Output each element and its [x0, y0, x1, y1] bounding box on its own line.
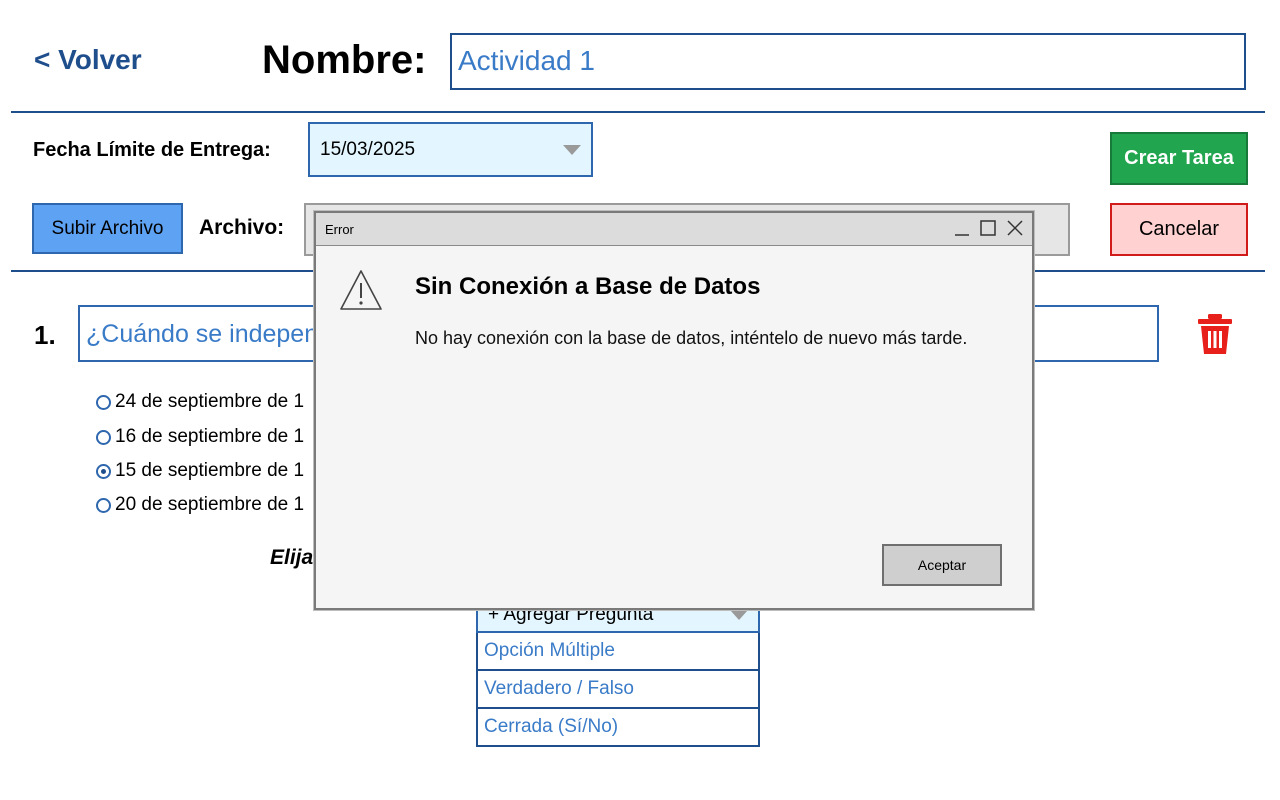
error-dialog: Error Sin Conexión a Base de Datos No ha…	[314, 211, 1034, 610]
option-3[interactable]: 15 de septiembre de 1	[96, 460, 304, 482]
choose-question-label: Elija	[270, 546, 314, 569]
option-label: 16 de septiembre de 1	[115, 426, 305, 447]
header-divider	[11, 111, 1265, 113]
dropdown-item-multiple-choice[interactable]: Opción Múltiple	[476, 633, 760, 671]
option-1[interactable]: 24 de septiembre de 1	[96, 391, 304, 413]
back-link[interactable]: < Volver	[34, 44, 142, 76]
radio-icon[interactable]	[96, 429, 111, 445]
due-date-select[interactable]: 15/03/2025	[308, 122, 593, 177]
radio-icon[interactable]	[96, 497, 111, 513]
file-label: Archivo:	[199, 216, 285, 239]
dropdown-item-true-false[interactable]: Verdadero / Falso	[476, 671, 760, 709]
option-label: 20 de septiembre de 1	[115, 494, 305, 515]
due-date-value: 15/03/2025	[320, 139, 416, 160]
maximize-icon[interactable]	[978, 218, 998, 238]
upload-file-button[interactable]: Subir Archivo	[32, 203, 183, 254]
option-4[interactable]: 20 de septiembre de 1	[96, 494, 304, 516]
cancel-button[interactable]: Cancelar	[1110, 203, 1248, 256]
dialog-titlebar[interactable]: Error	[316, 213, 1032, 246]
radio-icon[interactable]	[96, 394, 111, 410]
option-label: 24 de septiembre de 1	[115, 391, 305, 412]
dialog-message: No hay conexión con la base de datos, in…	[415, 328, 968, 348]
option-label: 15 de septiembre de 1	[115, 460, 305, 481]
name-label: Nombre:	[262, 38, 427, 82]
question-number: 1.	[34, 320, 56, 350]
dialog-title: Error	[325, 222, 354, 237]
chevron-down-icon	[563, 145, 581, 155]
minimize-icon[interactable]	[952, 218, 972, 238]
dialog-heading: Sin Conexión a Base de Datos	[415, 273, 761, 300]
dropdown-item-yes-no[interactable]: Cerrada (Sí/No)	[476, 709, 760, 747]
radio-selected-icon[interactable]	[96, 463, 111, 479]
trash-icon[interactable]	[1196, 313, 1234, 355]
close-icon[interactable]	[1005, 218, 1025, 238]
activity-name-input[interactable]: Actividad 1	[450, 33, 1246, 90]
warning-icon	[340, 270, 382, 310]
create-task-button[interactable]: Crear Tarea	[1110, 132, 1248, 185]
due-date-label: Fecha Límite de Entrega:	[33, 139, 271, 161]
accept-button[interactable]: Aceptar	[882, 544, 1002, 586]
option-2[interactable]: 16 de septiembre de 1	[96, 426, 304, 448]
chevron-down-icon	[730, 610, 748, 620]
